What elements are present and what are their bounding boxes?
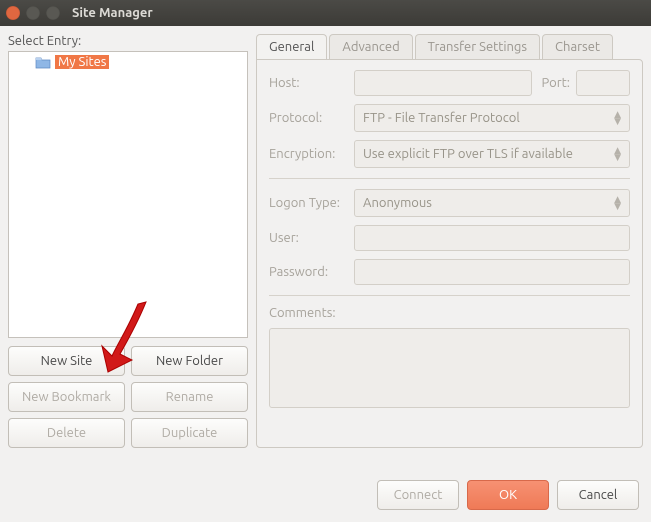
logon-type-label: Logon Type: (269, 196, 354, 210)
encryption-label: Encryption: (269, 147, 354, 161)
folder-icon (35, 55, 51, 69)
maximize-icon[interactable] (46, 6, 60, 20)
new-bookmark-button[interactable]: New Bookmark (8, 382, 125, 412)
separator (269, 295, 630, 296)
tab-transfer-settings[interactable]: Transfer Settings (415, 34, 540, 59)
minimize-icon[interactable] (26, 6, 40, 20)
protocol-label: Protocol: (269, 111, 354, 125)
delete-button[interactable]: Delete (8, 418, 125, 448)
host-label: Host: (269, 76, 354, 90)
left-panel: Select Entry: My Sites New Site New Fold… (8, 34, 248, 448)
new-folder-button[interactable]: New Folder (131, 346, 248, 376)
comments-label: Comments: (269, 306, 354, 320)
tree-item-my-sites[interactable]: My Sites (9, 52, 247, 72)
cancel-button[interactable]: Cancel (557, 480, 639, 510)
connect-button[interactable]: Connect (377, 480, 459, 510)
right-panel: General Advanced Transfer Settings Chars… (256, 34, 643, 448)
select-entry-label: Select Entry: (8, 34, 248, 48)
logon-type-select[interactable]: Anonymous ▲▼ (354, 189, 630, 217)
tab-bar: General Advanced Transfer Settings Chars… (256, 34, 643, 59)
comments-input[interactable] (269, 328, 630, 408)
tab-advanced[interactable]: Advanced (329, 34, 412, 59)
rename-button[interactable]: Rename (131, 382, 248, 412)
port-input[interactable] (576, 70, 630, 96)
chevron-updown-icon: ▲▼ (614, 147, 621, 161)
window-title: Site Manager (72, 6, 153, 20)
separator (269, 178, 630, 179)
dialog-footer: Connect OK Cancel (377, 480, 639, 510)
user-input[interactable] (354, 225, 630, 251)
tab-general-body: Host: Port: Protocol: FTP - File Transfe… (256, 59, 643, 448)
port-label: Port: (542, 76, 570, 90)
chevron-updown-icon: ▲▼ (614, 196, 621, 210)
site-manager-window: Site Manager Select Entry: My Sites New … (0, 0, 651, 522)
host-input[interactable] (354, 70, 532, 96)
close-icon[interactable] (6, 6, 20, 20)
tab-general[interactable]: General (256, 34, 327, 59)
password-input[interactable] (354, 259, 630, 285)
ok-button[interactable]: OK (467, 480, 549, 510)
chevron-updown-icon: ▲▼ (614, 111, 621, 125)
user-label: User: (269, 231, 354, 245)
password-label: Password: (269, 265, 354, 279)
protocol-select[interactable]: FTP - File Transfer Protocol ▲▼ (354, 104, 630, 132)
duplicate-button[interactable]: Duplicate (131, 418, 248, 448)
titlebar: Site Manager (0, 0, 651, 26)
tab-charset[interactable]: Charset (542, 34, 613, 59)
new-site-button[interactable]: New Site (8, 346, 125, 376)
sites-tree[interactable]: My Sites (8, 51, 248, 338)
encryption-select[interactable]: Use explicit FTP over TLS if available ▲… (354, 140, 630, 168)
tree-item-label: My Sites (55, 55, 109, 69)
